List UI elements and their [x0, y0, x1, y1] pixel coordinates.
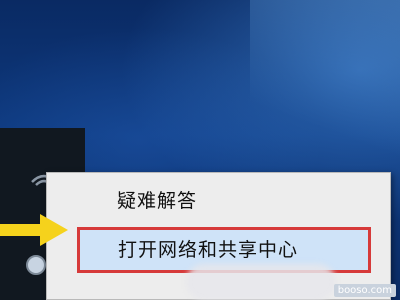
pointer-arrow-icon [0, 214, 68, 246]
blurred-overlay [186, 264, 336, 300]
network-icon[interactable] [26, 255, 46, 275]
watermark: booso.com [333, 284, 396, 297]
menu-item-troubleshoot[interactable]: 疑难解答 [77, 181, 400, 221]
